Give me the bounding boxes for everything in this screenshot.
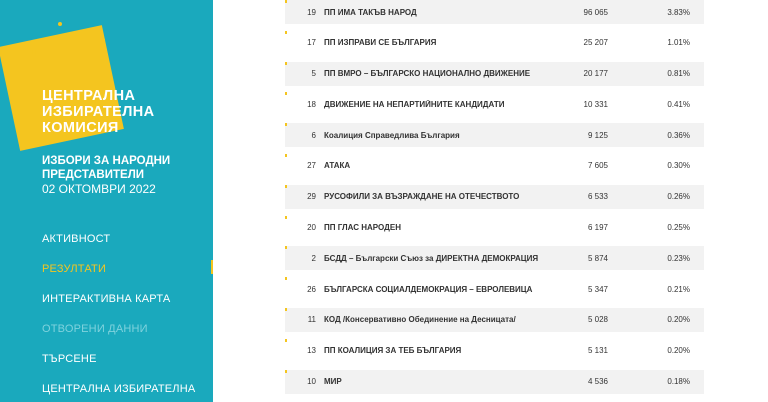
result-share-bar [285, 246, 287, 250]
result-row[interactable]: 26 БЪЛГАРСКА СОЦИАЛДЕМОКРАЦИЯ – ЕВРОЛЕВИЦ… [285, 277, 704, 301]
main-nav: АКТИВНОСТ РЕЗУЛТАТИ ИНТЕРАКТИВНА КАРТА ОТВО… [42, 230, 195, 402]
vote-count: 10 331 [583, 99, 608, 109]
result-share-bar [285, 215, 287, 219]
result-share-bar [285, 153, 287, 157]
vote-percent: 0.23% [667, 253, 690, 263]
result-share-bar [285, 369, 287, 373]
vote-percent: 0.81% [667, 69, 690, 79]
party-number: 10 [307, 377, 316, 387]
result-share-bar [285, 92, 287, 96]
result-share-bar [285, 307, 287, 311]
party-number: 5 [311, 69, 316, 79]
party-number: 13 [307, 346, 316, 356]
result-row[interactable]: 2 БСДД – Български Съюз за ДИРЕКТНА ДЕМОК… [285, 246, 704, 271]
party-number: 27 [307, 161, 316, 171]
nav-item-cik[interactable]: ЦЕНТРАЛНА ИЗБИРАТЕЛНА [42, 380, 195, 402]
result-share-bar [285, 184, 287, 188]
vote-count: 9 125 [587, 130, 608, 140]
party-number: 2 [311, 253, 316, 263]
sidebar: ЦЕНТРАЛНА ИЗБИРАТЕЛНА КОМИСИЯ ИЗБОРИ ЗА … [0, 0, 213, 402]
party-number: 18 [307, 99, 316, 109]
result-row[interactable]: 17 ПП ИЗПРАВИ СЕ БЪЛГАРИЯ 25 207 1.01% [285, 30, 704, 55]
election-line: ИЗБОРИ ЗА НАРОДНИ [42, 155, 171, 167]
party-name: ПП КОАЛИЦИЯ ЗА ТЕБ БЪЛГАРИЯ [324, 346, 462, 356]
party-number: 19 [307, 7, 316, 17]
nav-item-activity[interactable]: АКТИВНОСТ [42, 230, 195, 260]
party-name: ПП ГЛАС НАРОДЕН [324, 223, 401, 233]
party-name: ДВИЖЕНИЕ НА НЕПАРТИЙНИТЕ КАНДИДАТИ [324, 99, 505, 109]
election-line: ПРЕДСТАВИТЕЛИ [42, 169, 145, 181]
result-row[interactable]: 18 ДВИЖЕНИЕ НА НЕПАРТИЙНИТЕ КАНДИДАТИ 10 3… [285, 92, 704, 116]
vote-count: 6 197 [587, 223, 608, 233]
logo-dot [32, 50, 36, 54]
vote-percent: 0.18% [667, 377, 690, 387]
vote-count: 5 874 [587, 253, 608, 263]
party-name: БЪЛГАРСКА СОЦИАЛДЕМОКРАЦИЯ – ЕВРОЛЕВИЦА [324, 284, 533, 294]
result-share-bar [285, 0, 287, 3]
logo-dot [101, 38, 105, 42]
vote-count: 20 177 [583, 69, 608, 79]
party-name: КОД /Консервативно Обединение на Десница… [324, 315, 516, 325]
vote-percent: 1.01% [667, 38, 690, 48]
result-share-bar [285, 338, 287, 342]
vote-count: 5 131 [587, 346, 608, 356]
nav-item-results[interactable]: РЕЗУЛТАТИ [42, 260, 195, 290]
party-number: 29 [307, 192, 316, 202]
election-title: ИЗБОРИ ЗА НАРОДНИ ПРЕДСТАВИТЕЛИ 02 ОКТОМ… [42, 154, 170, 196]
nav-item-open-data[interactable]: ОТВОРЕНИ ДАННИ [42, 320, 195, 350]
vote-percent: 0.25% [667, 223, 690, 233]
result-row[interactable]: 10 МИР 4 536 0.18% [285, 369, 704, 394]
brand-line: КОМИСИЯ [42, 120, 119, 136]
vote-percent: 0.20% [667, 346, 690, 356]
brand-line: ЦЕНТРАЛНА [42, 88, 136, 104]
party-name: АТАКА [324, 161, 351, 171]
nav-item-search[interactable]: ТЪРСЕНЕ [42, 350, 195, 380]
vote-count: 5 028 [587, 315, 608, 325]
party-number: 17 [307, 38, 316, 48]
vote-percent: 0.26% [667, 192, 690, 202]
vote-count: 96 065 [583, 7, 608, 17]
vote-percent: 0.20% [667, 315, 690, 325]
party-number: 20 [307, 223, 316, 233]
vote-count: 25 207 [583, 38, 608, 48]
vote-percent: 0.41% [667, 99, 690, 109]
nav-item-interactive-map[interactable]: ИНТЕРАКТИВНА КАРТА [42, 290, 195, 320]
result-row[interactable]: 11 КОД /Консервативно Обединение на Десни… [285, 307, 704, 332]
result-row[interactable]: 29 РУСОФИЛИ ЗА ВЪЗРАЖДАНЕ НА ОТЕЧЕСТВОТО 6… [285, 184, 704, 209]
vote-percent: 0.21% [667, 284, 690, 294]
party-number: 26 [307, 284, 316, 294]
election-date: 02 ОКТОМВРИ 2022 [42, 182, 156, 196]
party-name: ПП ИМА ТАКЪВ НАРОД [324, 7, 417, 17]
vote-percent: 3.83% [667, 7, 690, 17]
main-content: 19 ПП ИМА ТАКЪВ НАРОД 96 065 3.83% 17 ПП ИЗПР… [213, 0, 768, 402]
party-name: БСДД – Български Съюз за ДИРЕКТНА ДЕМОКР… [324, 253, 539, 263]
result-share-bar [285, 61, 287, 65]
vote-percent: 0.30% [667, 161, 690, 171]
results-table: 19 ПП ИМА ТАКЪВ НАРОД 96 065 3.83% 17 ПП ИЗПР… [285, 0, 704, 400]
logo-dot [58, 22, 62, 26]
result-row[interactable]: 20 ПП ГЛАС НАРОДЕН 6 197 0.25% [285, 215, 704, 240]
party-name: Коалиция Справедлива България [324, 130, 460, 140]
result-row[interactable]: 6 Коалиция Справедлива България 9 125 0.36% [285, 123, 704, 148]
result-row[interactable]: 5 ПП ВМРО – БЪЛГАРСКО НАЦИОНАЛНО ДВИЖЕНИЕ… [285, 61, 704, 86]
vote-count: 4 536 [587, 377, 608, 387]
result-row[interactable]: 27 АТАКА 7 605 0.30% [285, 153, 704, 178]
party-name: МИР [324, 377, 342, 387]
result-share-bar [285, 277, 287, 281]
party-name: ПП ВМРО – БЪЛГАРСКО НАЦИОНАЛНО ДВИЖЕНИЕ [324, 69, 531, 79]
party-name: ПП ИЗПРАВИ СЕ БЪЛГАРИЯ [324, 38, 437, 48]
result-row[interactable]: 19 ПП ИМА ТАКЪВ НАРОД 96 065 3.83% [285, 0, 704, 24]
party-number: 11 [307, 315, 316, 325]
vote-count: 6 533 [587, 192, 608, 202]
result-row[interactable]: 13 ПП КОАЛИЦИЯ ЗА ТЕБ БЪЛГАРИЯ 5 131 0.20% [285, 338, 704, 363]
brand-line: ИЗБИРАТЕЛНА [42, 104, 155, 120]
party-number: 6 [311, 130, 316, 140]
vote-count: 5 347 [587, 284, 608, 294]
result-share-bar [285, 123, 287, 127]
vote-percent: 0.36% [667, 130, 690, 140]
party-name: РУСОФИЛИ ЗА ВЪЗРАЖДАНЕ НА ОТЕЧЕСТВОТО [324, 192, 520, 202]
result-share-bar [285, 30, 287, 34]
brand-title[interactable]: ЦЕНТРАЛНА ИЗБИРАТЕЛНА КОМИСИЯ [42, 88, 155, 136]
vote-count: 7 605 [587, 161, 608, 171]
